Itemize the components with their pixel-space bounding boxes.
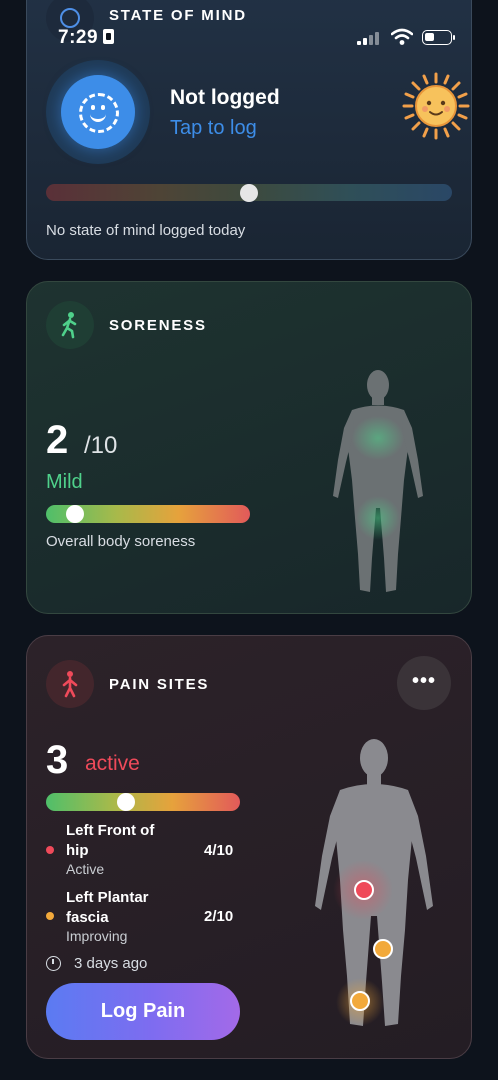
- more-options-button[interactable]: •••: [397, 656, 451, 710]
- site-dot-fascia: [46, 912, 54, 920]
- soreness-slider-knob[interactable]: [65, 505, 84, 523]
- pain-sites-title: PAIN SITES: [109, 676, 210, 693]
- pain-site-name[interactable]: Left Front of hip: [66, 821, 176, 861]
- pain-site-status: Active: [66, 861, 105, 877]
- state-of-mind-slider[interactable]: [46, 184, 452, 202]
- body-figure-soreness: [333, 370, 423, 592]
- soreness-level: Mild: [46, 471, 83, 493]
- log-pain-button[interactable]: Log Pain: [46, 983, 240, 1040]
- wifi-icon: [391, 28, 413, 45]
- state-of-mind-title: STATE OF MIND: [109, 7, 247, 24]
- cellular-signal-icon: [357, 31, 381, 45]
- tap-to-log-link[interactable]: Tap to log: [170, 117, 257, 140]
- site-dot-hip: [46, 846, 54, 854]
- soreness-value: 2: [46, 418, 69, 462]
- walking-figure-icon: [46, 301, 94, 349]
- knee-pain-marker[interactable]: [373, 939, 393, 959]
- pain-slider-knob[interactable]: [116, 793, 135, 811]
- battery-icon: [422, 30, 455, 45]
- mind-status: Not logged: [170, 86, 280, 109]
- pain-site-score: 4/10: [204, 842, 234, 859]
- pain-count: 3: [46, 738, 69, 782]
- soreness-slider[interactable]: [46, 505, 250, 523]
- soreness-out-of: /10: [84, 432, 118, 459]
- pain-count-label: active: [85, 752, 140, 775]
- state-of-mind-slider-knob[interactable]: [240, 184, 258, 202]
- sim-icon: [103, 29, 115, 44]
- last-logged: 3 days ago: [74, 955, 148, 972]
- sun-icon: [402, 72, 470, 140]
- status-time: 7:29: [58, 27, 115, 49]
- log-mind-face-button[interactable]: [61, 75, 135, 149]
- mind-note: No state of mind logged today: [46, 222, 246, 239]
- clock-icon: [46, 956, 61, 971]
- person-pain-icon: [46, 660, 94, 708]
- body-figure-pain: [315, 739, 433, 1026]
- soreness-note: Overall body soreness: [46, 533, 196, 550]
- pain-site-status: Improving: [66, 928, 128, 944]
- pain-slider[interactable]: [46, 793, 240, 811]
- hip-pain-marker[interactable]: [354, 880, 374, 900]
- pain-site-name[interactable]: Left Plantar fascia: [66, 888, 176, 928]
- pain-site-score: 2/10: [204, 908, 234, 925]
- foot-pain-marker[interactable]: [350, 991, 370, 1011]
- soreness-title: SORENESS: [109, 317, 207, 334]
